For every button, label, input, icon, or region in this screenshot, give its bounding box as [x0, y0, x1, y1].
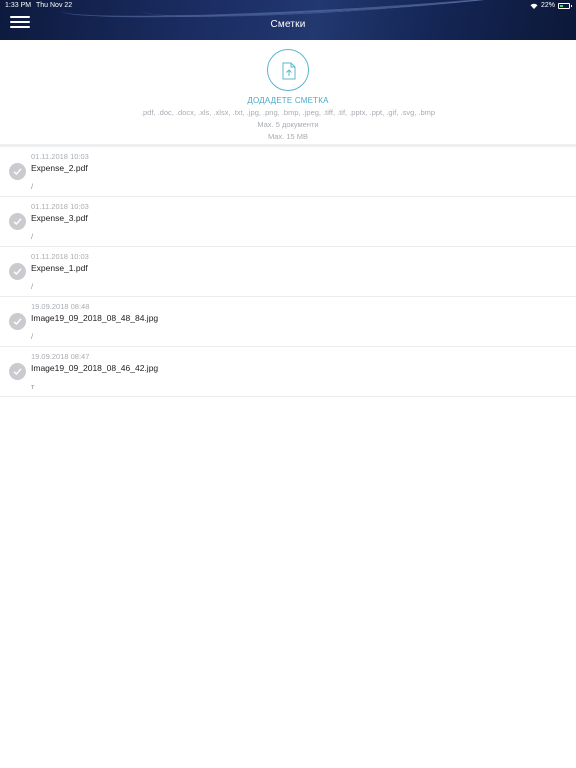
- file-note: /: [31, 182, 34, 191]
- max-size: Max. 15 MB: [267, 132, 308, 141]
- file-name: Expense_1.pdf: [31, 263, 88, 273]
- checkmark-icon: [9, 163, 26, 180]
- upload-document-icon: [282, 62, 296, 80]
- battery-percent: 22%: [540, 2, 555, 9]
- status-date: Thu Nov 22: [36, 2, 73, 9]
- list-item[interactable]: 01.11.2018 10:03 Expense_1.pdf /: [0, 247, 576, 297]
- file-date: 01.11.2018 10:03: [31, 152, 89, 161]
- checkmark-icon: [9, 363, 26, 380]
- file-name: Expense_3.pdf: [31, 213, 88, 223]
- upload-section: ДОДАДЕТЕ СМЕТКА .pdf, .doc, .docx, .xls,…: [0, 40, 576, 144]
- file-date: 01.11.2018 10:03: [31, 202, 89, 211]
- checkmark-icon: [9, 213, 26, 230]
- file-name: Expense_2.pdf: [31, 163, 88, 173]
- checkmark-icon: [9, 313, 26, 330]
- add-receipt-link[interactable]: ДОДАДЕТЕ СМЕТКА: [0, 96, 576, 105]
- file-date: 19.09.2018 08:48: [31, 302, 90, 311]
- file-note: /: [31, 282, 34, 291]
- list-item[interactable]: 01.11.2018 10:03 Expense_3.pdf /: [0, 197, 576, 247]
- checkmark-icon: [9, 263, 26, 280]
- page-title: Сметки: [270, 19, 306, 30]
- file-note: т: [31, 382, 35, 391]
- file-note: /: [31, 232, 34, 241]
- status-time: 1:33 PM: [5, 2, 32, 9]
- file-name: Image19_09_2018_08_48_84.jpg: [31, 313, 159, 323]
- file-list: 01.11.2018 10:03 Expense_2.pdf / 01.11.2…: [0, 147, 576, 397]
- allowed-formats: .pdf, .doc, .docx, .xls, .xlsx, .txt, .j…: [140, 108, 436, 117]
- app-header: 1:33 PM Thu Nov 22 22% Сметки: [0, 0, 576, 40]
- list-item[interactable]: 19.09.2018 08:47 Image19_09_2018_08_46_4…: [0, 347, 576, 397]
- wifi-icon: [530, 3, 538, 9]
- file-name: Image19_09_2018_08_46_42.jpg: [31, 363, 159, 373]
- file-note: /: [31, 332, 34, 341]
- list-item[interactable]: 19.09.2018 08:48 Image19_09_2018_08_48_8…: [0, 297, 576, 347]
- upload-button[interactable]: [267, 49, 309, 91]
- battery-icon: [558, 3, 572, 9]
- file-date: 19.09.2018 08:47: [31, 352, 90, 361]
- status-indicators: 22%: [530, 0, 572, 12]
- file-date: 01.11.2018 10:03: [31, 252, 89, 261]
- status-bar: 1:33 PM Thu Nov 22 22%: [0, 0, 576, 12]
- list-item[interactable]: 01.11.2018 10:03 Expense_2.pdf /: [0, 147, 576, 197]
- max-documents: Max. 5 документи: [257, 120, 319, 129]
